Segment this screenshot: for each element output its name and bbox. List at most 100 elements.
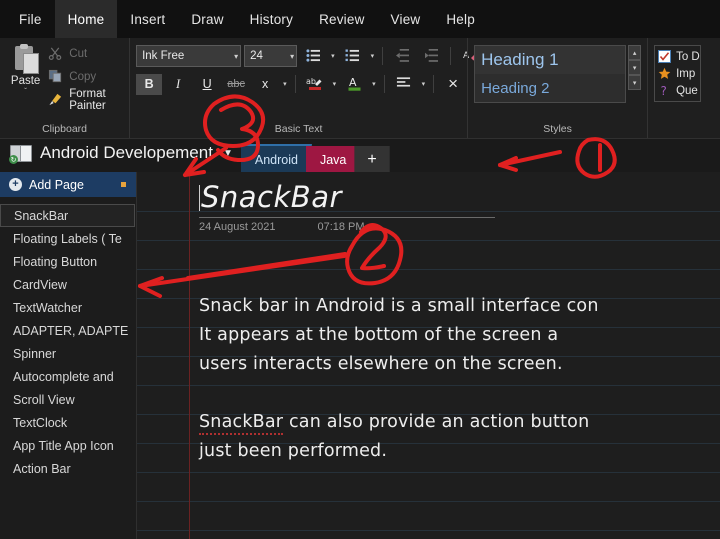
page-list: SnackBar Floating Labels ( Te Floating B… [0, 197, 136, 480]
basic-text-group-label: Basic Text [274, 123, 323, 135]
style-heading-2[interactable]: Heading 2 [475, 74, 626, 102]
tag-to-do[interactable]: To D [658, 48, 700, 65]
page-title-area[interactable]: SnackBar 24 August 2021 07:18 PM [199, 180, 710, 233]
page-item-textwatcher[interactable]: TextWatcher [0, 296, 136, 319]
chevron-down-icon: ▾ [234, 51, 239, 61]
bullet-list-button[interactable] [300, 46, 326, 67]
clipboard-icon [13, 44, 39, 74]
tag-question[interactable]: ? Que [658, 82, 700, 99]
numbered-list-button[interactable] [340, 46, 366, 67]
chevron-down-icon[interactable]: ▾ [331, 80, 339, 88]
styles-expand-icon[interactable]: ▾ [628, 75, 642, 90]
divider [433, 75, 435, 93]
svg-text:ab: ab [306, 77, 316, 86]
format-painter-label: Format Painter [69, 87, 106, 112]
tags-group-label [654, 135, 714, 138]
page-item-floating-button[interactable]: Floating Button [0, 250, 136, 273]
strikethrough-button[interactable]: abc [223, 74, 249, 95]
ribbon-group-tags: To D Imp ? Que [647, 38, 720, 138]
subscript-button[interactable]: x [252, 74, 278, 95]
scroll-down-icon[interactable]: ▾ [628, 60, 642, 75]
tag-to-do-label: To D [676, 50, 700, 63]
increase-indent-button[interactable] [418, 46, 444, 67]
star-icon [658, 67, 671, 80]
chevron-down-icon[interactable]: ▾ [369, 52, 377, 60]
copy-button[interactable]: Copy [45, 67, 123, 86]
bold-button[interactable]: B [136, 73, 163, 95]
page-item-scroll-view[interactable]: Scroll View [0, 388, 136, 411]
page-item-snackbar[interactable]: SnackBar [0, 204, 135, 227]
page-item-spinner[interactable]: Spinner [0, 342, 136, 365]
cut-button[interactable]: Cut [45, 44, 123, 63]
content-area: + Add Page SnackBar Floating Labels ( Te… [0, 172, 720, 539]
page-item-adapter[interactable]: ADAPTER, ADAPTE [0, 319, 136, 342]
add-section-button[interactable]: + [354, 146, 390, 173]
add-page-label: Add Page [29, 177, 84, 192]
page-item-autocomplete[interactable]: Autocomplete and [0, 365, 136, 388]
align-button[interactable] [391, 74, 417, 95]
chevron-down-icon[interactable]: ▼ [221, 148, 233, 159]
styles-gallery[interactable]: Heading 1 Heading 2 [474, 45, 627, 103]
clear-formatting-button[interactable]: × [440, 74, 466, 95]
page-sidebar: + Add Page SnackBar Floating Labels ( Te… [0, 172, 137, 539]
page-marker-dot [121, 182, 126, 187]
line: It appears at the bottom of the screen a [199, 325, 559, 345]
page-title[interactable]: SnackBar [199, 180, 710, 214]
menu-item-help[interactable]: Help [433, 0, 488, 38]
chevron-down-icon[interactable]: ▾ [329, 52, 337, 60]
question-mark-icon: ? [658, 84, 671, 98]
styles-scrollbar[interactable]: ▴ ▾ ▾ [628, 45, 642, 90]
style-heading-1[interactable]: Heading 1 [475, 46, 626, 74]
line: Snack bar in Android is a small interfac… [199, 296, 599, 316]
menu-item-draw[interactable]: Draw [178, 0, 236, 38]
page-item-floating-labels[interactable]: Floating Labels ( Te [0, 227, 136, 250]
menu-item-review[interactable]: Review [306, 0, 377, 38]
page-item-cardview[interactable]: CardView [0, 273, 136, 296]
note-content[interactable]: Snack bar in Android is a small interfac… [199, 292, 720, 495]
menu-item-view[interactable]: View [378, 0, 434, 38]
page-date: 24 August 2021 [199, 221, 276, 233]
page-item-action-bar[interactable]: Action Bar [0, 457, 136, 480]
format-painter-button[interactable]: Format Painter [45, 87, 123, 112]
tag-important[interactable]: Imp [658, 65, 700, 82]
notebook-icon: ↻ [9, 144, 32, 164]
chevron-down-icon[interactable]: ˇ [24, 88, 27, 96]
page-title-text: SnackBar [201, 180, 342, 214]
chevron-down-icon[interactable]: ▾ [281, 80, 289, 88]
font-size-select[interactable]: 24 ▾ [244, 45, 298, 67]
ribbon-group-basic-text: Ink Free ▾ 24 ▾ ▾ ▾ A B I U abc x ▾ ab ▾… [129, 38, 479, 138]
menu-item-insert[interactable]: Insert [117, 0, 178, 38]
sync-icon: ↻ [9, 155, 18, 164]
font-name-value: Ink Free [142, 50, 185, 62]
bullet-list-icon [306, 48, 321, 64]
decrease-indent-button[interactable] [389, 46, 415, 67]
font-name-select[interactable]: Ink Free ▾ [136, 45, 242, 67]
chevron-down-icon[interactable]: ▾ [370, 80, 378, 88]
chevron-down-icon: ▾ [290, 51, 295, 61]
font-color-button[interactable]: A [341, 74, 367, 95]
menu-item-home[interactable]: Home [54, 0, 118, 38]
chevron-down-icon[interactable]: ▾ [420, 80, 428, 88]
underline-button[interactable]: U [194, 74, 220, 95]
italic-button[interactable]: I [165, 74, 191, 95]
paste-button-label: Paste [10, 75, 41, 87]
notebook-selector[interactable]: ↻ Android Developement ▼ [0, 139, 241, 173]
page-item-app-title[interactable]: App Title App Icon [0, 434, 136, 457]
paragraph-2[interactable]: SnackBar can also provide an action butt… [199, 408, 720, 466]
section-tab-java[interactable]: Java [305, 146, 361, 173]
page-item-textclock[interactable]: TextClock [0, 411, 136, 434]
note-canvas[interactable]: SnackBar 24 August 2021 07:18 PM Snack b… [137, 172, 720, 539]
tags-gallery[interactable]: To D Imp ? Que [654, 45, 701, 102]
plus-icon: + [9, 178, 22, 191]
section-tab-android[interactable]: Android [240, 144, 312, 173]
margin-line [189, 172, 190, 539]
divider [294, 75, 296, 93]
paragraph-1[interactable]: Snack bar in Android is a small interfac… [199, 292, 720, 379]
scroll-up-icon[interactable]: ▴ [628, 45, 642, 60]
menu-item-file[interactable]: File [6, 0, 55, 38]
menu-item-history[interactable]: History [237, 0, 306, 38]
add-page-button[interactable]: + Add Page [0, 172, 136, 197]
styles-group-label: Styles [543, 123, 572, 135]
highlight-button[interactable]: ab [302, 74, 328, 95]
paste-button[interactable]: Paste ˇ [6, 42, 45, 96]
